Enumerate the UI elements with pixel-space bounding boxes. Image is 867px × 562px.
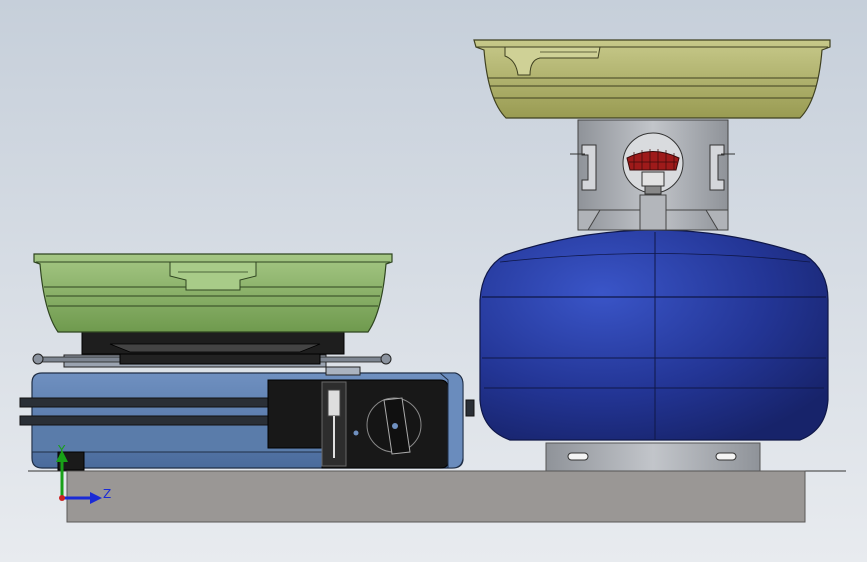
gas-canister[interactable] [479, 229, 829, 441]
foot-slot-right [715, 452, 737, 461]
rod-knob-right [380, 353, 392, 365]
base-plate[interactable] [66, 470, 806, 523]
rod-knob-left [32, 353, 44, 365]
stove-top-lip [325, 366, 361, 376]
triad-origin [59, 495, 65, 501]
knob-center-dot [392, 423, 398, 429]
cartridge-lever[interactable] [327, 389, 341, 417]
z-axis-label: Z [103, 487, 111, 501]
cad-viewport[interactable]: Y Z [0, 0, 867, 562]
y-axis-label: Y [57, 443, 66, 457]
burner-nut [644, 185, 662, 195]
grate-inner [109, 343, 321, 353]
flame-burner-head [626, 151, 680, 171]
cad-scene: Y Z [0, 0, 867, 562]
stove-rail-end [465, 399, 475, 417]
stand-valve-neck [639, 194, 667, 231]
burner-stem [641, 171, 665, 187]
canister-stove-assembly[interactable] [473, 39, 831, 472]
foot-slot-left [567, 452, 589, 461]
indicator-dot [353, 430, 359, 436]
